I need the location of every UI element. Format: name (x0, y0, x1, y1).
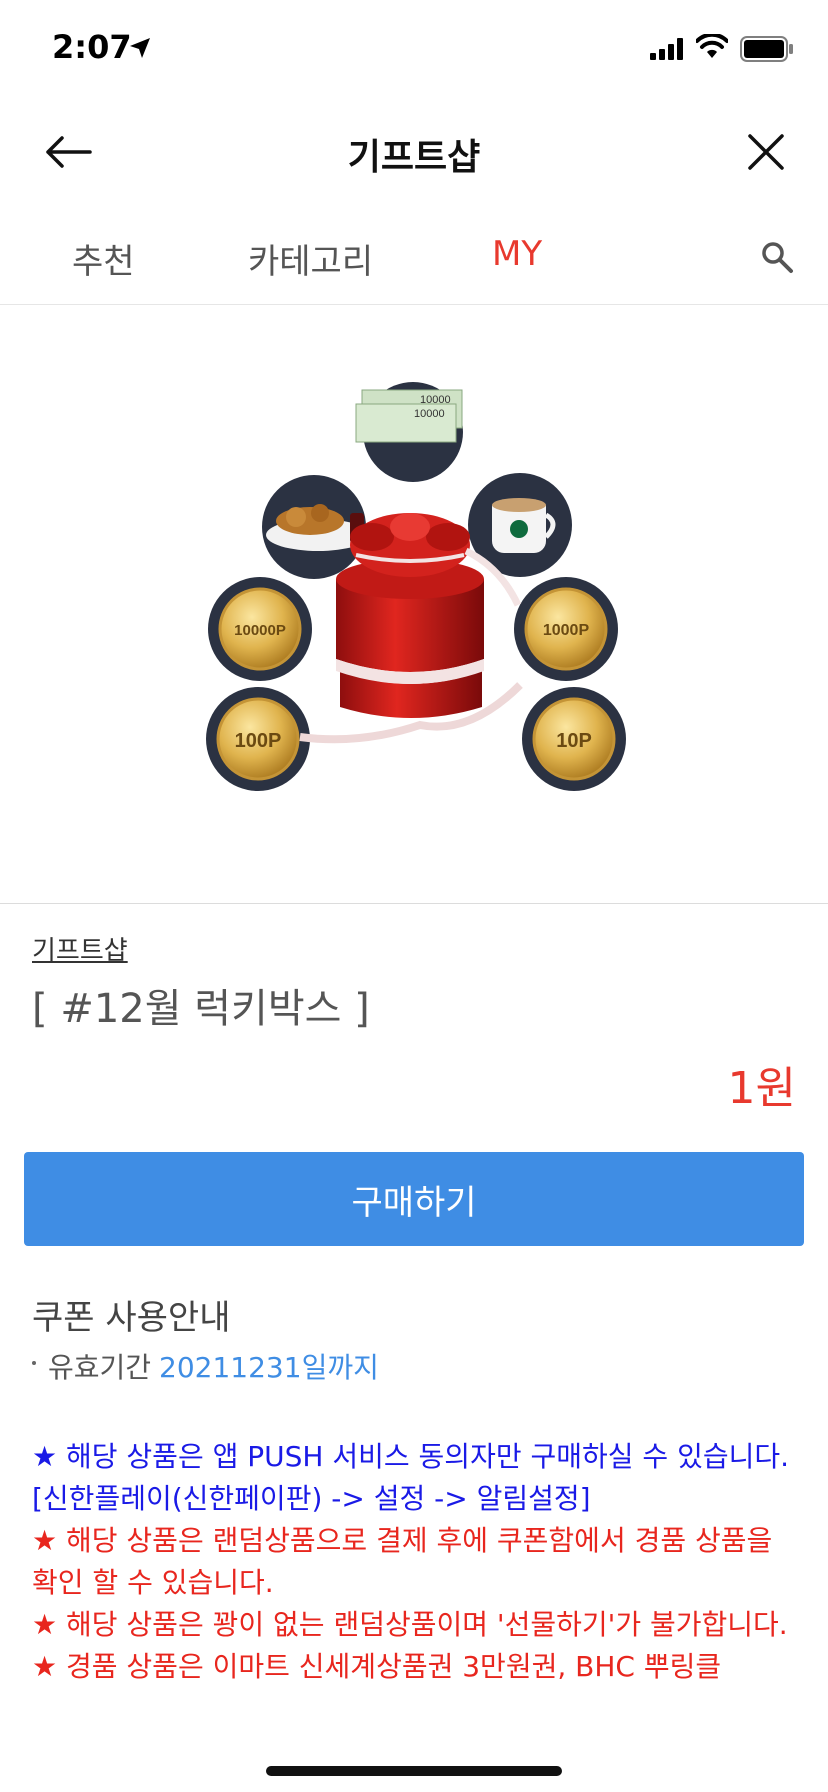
tab-recommend[interactable]: 추천 (72, 234, 135, 283)
status-time: 2:07 (52, 28, 132, 66)
notice-random-item: ★ 해당 상품은 랜덤상품으로 결제 후에 쿠폰함에서 경품 상품을 확인 할 … (32, 1524, 773, 1599)
validity-label: 유효기간 (48, 1351, 152, 1384)
notice-no-gifting: ★ 해당 상품은 꽝이 없는 랜덤상품이며 '선물하기'가 불가합니다. (32, 1608, 788, 1641)
coin-1000p: 1000P (514, 577, 618, 681)
coin-label: 10P (556, 730, 592, 752)
coin-10000p: 10000P (208, 577, 312, 681)
search-icon[interactable] (760, 240, 794, 274)
tab-my[interactable]: MY (492, 234, 542, 274)
battery-icon (740, 36, 793, 62)
validity-row: 유효기간 20211231일까지 (32, 1346, 379, 1386)
coin-10p: 10P (522, 687, 626, 791)
location-arrow-icon (130, 38, 150, 58)
status-bar: 2:07 (0, 0, 828, 100)
voucher-text: 10000 (414, 408, 445, 420)
coupon-guide-title: 쿠폰 사용안내 (32, 1298, 231, 1338)
voucher-circle: 10000 10000 (355, 382, 463, 482)
close-icon[interactable] (744, 130, 788, 174)
page-title: 기프트샵 (347, 137, 481, 178)
tab-category[interactable]: 카테고리 (248, 234, 373, 283)
bullet-dot (32, 1361, 36, 1365)
home-indicator[interactable] (266, 1766, 562, 1776)
coin-100p: 100P (206, 687, 310, 791)
notice-list: ★ 해당 상품은 앱 PUSH 서비스 동의자만 구매하실 수 있습니다. [신… (32, 1436, 802, 1754)
coin-label: 100P (235, 730, 282, 752)
notice-prize-items: ★ 경품 상품은 이마트 신세계상품권 3만원권, BHC 뿌링클 (32, 1650, 722, 1683)
coin-label: 1000P (543, 622, 590, 639)
notice-settings-path: [신한플레이(신한페이판) -> 설정 -> 알림설정] (32, 1482, 591, 1515)
nav-bar: 기프트샵 (0, 100, 828, 204)
coin-label: 10000P (234, 622, 286, 639)
buy-button[interactable]: 구매하기 (24, 1152, 804, 1246)
product-image: 10000 10000 10000P 1000P 100P 10P (0, 305, 828, 904)
product-name: [ #12월 럭키박스 ] (32, 986, 370, 1032)
validity-value: 20211231일까지 (159, 1351, 379, 1384)
wifi-icon (696, 34, 728, 58)
chicken-circle (262, 475, 370, 579)
notice-push-consent: ★ 해당 상품은 앱 PUSH 서비스 동의자만 구매하실 수 있습니다. (32, 1440, 790, 1473)
shop-link[interactable]: 기프트샵 (32, 930, 128, 967)
tab-bar: 추천 카테고리 MY (0, 204, 828, 305)
voucher-text: 10000 (420, 394, 451, 406)
product-price: 1원 (727, 1063, 796, 1114)
cellular-signal-icon (650, 38, 683, 60)
